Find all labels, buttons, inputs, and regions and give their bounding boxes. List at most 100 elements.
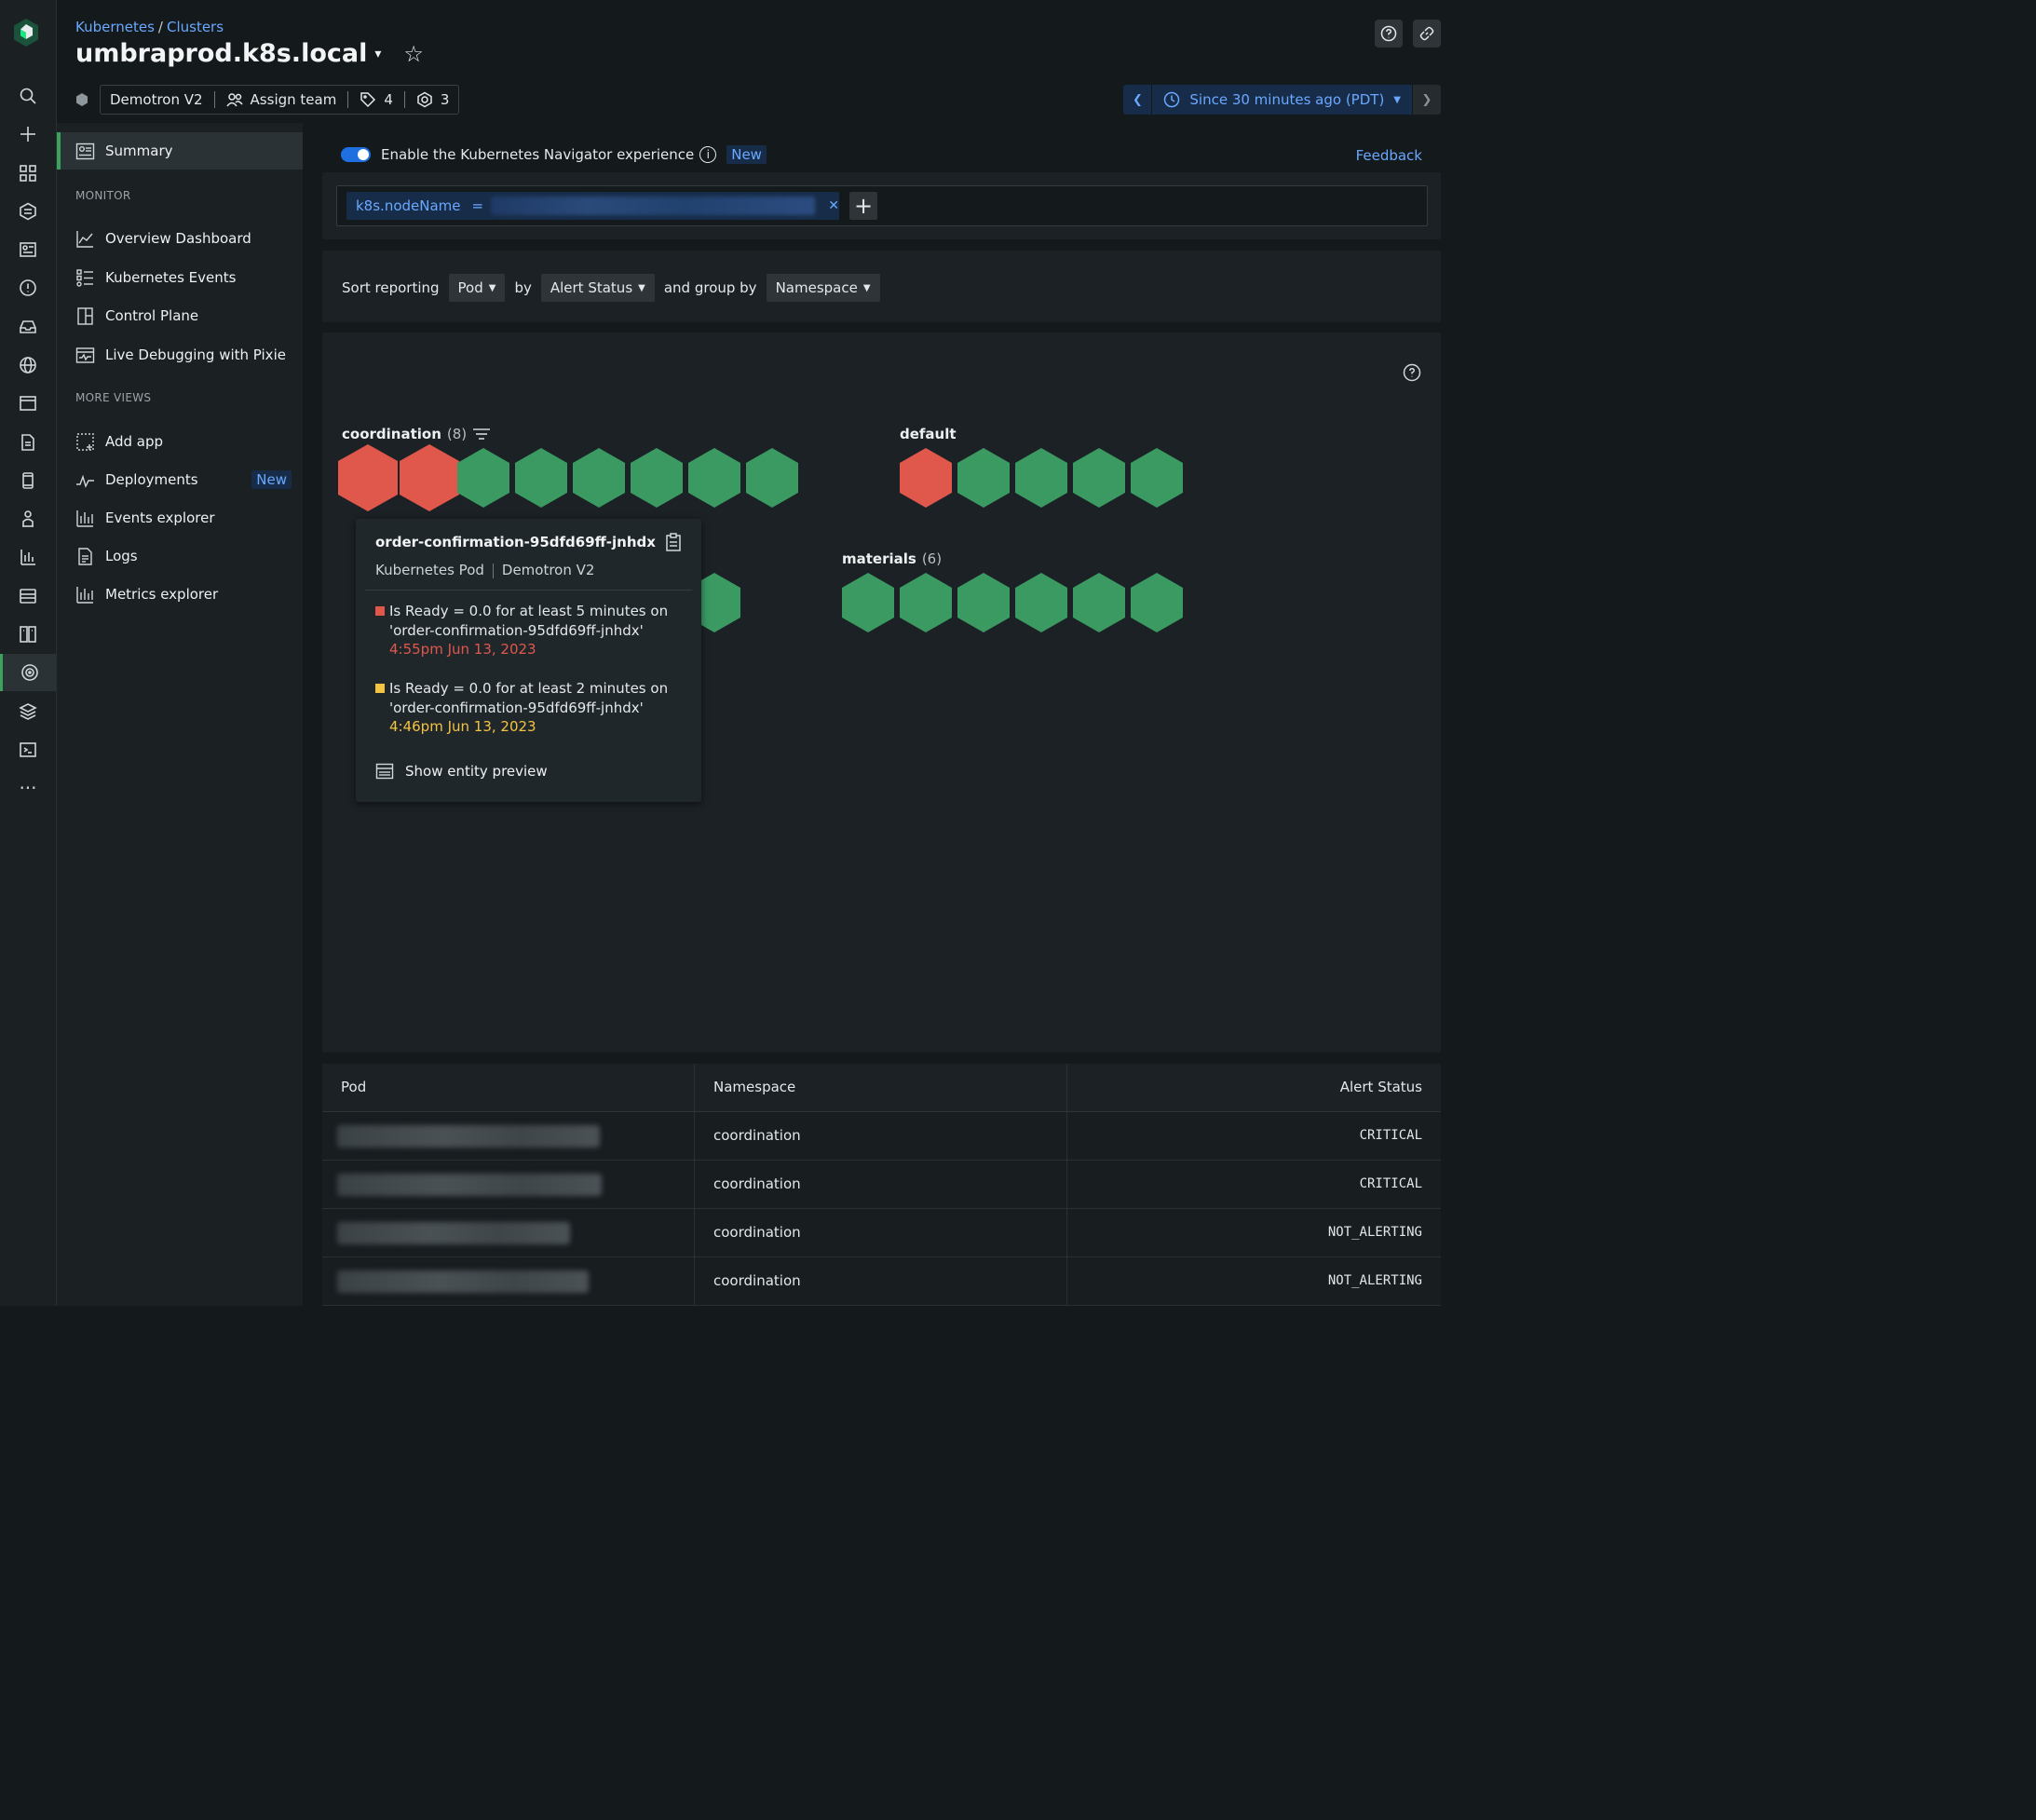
- logs-document-icon[interactable]: [0, 424, 56, 461]
- sidebar-item-metrics-explorer[interactable]: Metrics explorer: [57, 576, 303, 613]
- sidebar-item-control-plane[interactable]: Control Plane: [57, 297, 303, 334]
- terminal-icon[interactable]: [0, 731, 56, 768]
- time-previous-button[interactable]: ❮: [1123, 85, 1152, 115]
- group-by-dropdown[interactable]: Namespace ▼: [766, 274, 880, 302]
- table-row[interactable]: coordination CRITICAL: [322, 1161, 1441, 1209]
- header-actions: [1375, 20, 1441, 48]
- sidebar-item-events-explorer[interactable]: Events explorer: [57, 499, 303, 536]
- pixie-debug-icon: [75, 346, 95, 363]
- breadcrumb-clusters[interactable]: Clusters: [167, 19, 224, 35]
- time-range-dropdown[interactable]: Since 30 minutes ago (PDT) ▼: [1151, 85, 1413, 115]
- sort-metric-dropdown[interactable]: Alert Status ▼: [540, 274, 655, 302]
- related-count[interactable]: 3: [441, 91, 450, 108]
- sidebar-item-summary[interactable]: Summary: [57, 132, 303, 170]
- sidebar-item-logs[interactable]: Logs: [57, 537, 303, 575]
- info-icon[interactable]: i: [699, 146, 717, 163]
- pod-hex-critical[interactable]: [900, 448, 952, 508]
- clipboard-icon[interactable]: [665, 533, 682, 551]
- sidebar-item-label: Metrics explorer: [105, 586, 219, 603]
- pod-hex-ok[interactable]: [957, 573, 1010, 632]
- chevron-down-icon: ▼: [1393, 94, 1401, 105]
- chevron-down-icon[interactable]: ▾: [374, 47, 381, 61]
- pod-hex-critical[interactable]: [400, 444, 459, 511]
- breadcrumb-kubernetes[interactable]: Kubernetes: [75, 19, 155, 35]
- pod-hex-ok[interactable]: [688, 448, 740, 508]
- divider: [365, 590, 692, 591]
- sort-controls: Sort reporting Pod ▼ by Alert Status ▼ and…: [342, 274, 880, 302]
- bar-chart-icon: [76, 586, 93, 604]
- team-icon: [225, 93, 243, 107]
- layers-icon[interactable]: [0, 693, 56, 730]
- namespace-group-label: default: [900, 426, 957, 442]
- close-icon[interactable]: ✕: [828, 198, 839, 213]
- pod-hex-ok[interactable]: [1015, 573, 1067, 632]
- pod-hex-ok[interactable]: [515, 448, 567, 508]
- alerts-icon[interactable]: [0, 269, 56, 306]
- filter-bar[interactable]: k8s.nodeName = ✕ +: [336, 185, 1428, 226]
- time-next-button[interactable]: ❯: [1413, 85, 1441, 115]
- sidebar-item-deployments[interactable]: Deployments New: [57, 461, 303, 498]
- tooltip-entity-name[interactable]: order-confirmation-95dfd69ff-jnhdx: [375, 534, 656, 550]
- search-icon[interactable]: [0, 77, 56, 115]
- cluster-name[interactable]: umbraprod.k8s.local: [75, 39, 367, 68]
- pod-hex-ok[interactable]: [457, 448, 509, 508]
- infrastructure-icon[interactable]: [0, 577, 56, 615]
- table-row[interactable]: coordination CRITICAL: [322, 1112, 1441, 1161]
- new-relic-logo-icon[interactable]: [12, 17, 40, 52]
- bar-chart-icon: [76, 509, 93, 527]
- pod-hex-ok[interactable]: [1073, 448, 1125, 508]
- filter-chip[interactable]: k8s.nodeName = ✕: [346, 192, 839, 220]
- kubernetes-icon[interactable]: [0, 654, 56, 691]
- pod-hex-ok[interactable]: [1131, 448, 1183, 508]
- navigator-toggle-switch[interactable]: [341, 147, 371, 162]
- apps-grid-icon[interactable]: [0, 155, 56, 192]
- pod-hex-critical[interactable]: [338, 444, 398, 511]
- tags-count[interactable]: 4: [384, 91, 393, 108]
- entity-type-dropdown[interactable]: Pod ▼: [448, 274, 506, 302]
- browser-globe-icon[interactable]: [0, 346, 56, 384]
- table-row[interactable]: coordination NOT_ALERTING: [322, 1257, 1441, 1306]
- sidebar-item-live-debugging[interactable]: Live Debugging with Pixie: [57, 336, 303, 374]
- pod-hex-ok[interactable]: [573, 448, 625, 508]
- pod-hex-ok[interactable]: [957, 448, 1010, 508]
- pod-hex-ok[interactable]: [631, 448, 683, 508]
- copy-link-button[interactable]: [1413, 20, 1441, 48]
- help-icon[interactable]: [1403, 363, 1421, 382]
- pod-name-redacted: [337, 1125, 600, 1148]
- inbox-icon[interactable]: [0, 308, 56, 346]
- feedback-link[interactable]: Feedback: [1356, 147, 1422, 164]
- window-icon[interactable]: [0, 385, 56, 422]
- sidebar-item-add-app[interactable]: Add app: [57, 423, 303, 460]
- column-header-pod[interactable]: Pod: [341, 1079, 366, 1095]
- column-header-alert-status[interactable]: Alert Status: [1340, 1079, 1422, 1095]
- apm-services-icon[interactable]: [0, 193, 56, 230]
- columns-icon[interactable]: [0, 616, 56, 653]
- dropdown-value: Namespace: [775, 279, 858, 296]
- mobile-icon[interactable]: [0, 462, 56, 499]
- favorite-star-icon[interactable]: ☆: [403, 41, 424, 67]
- pod-hex-ok[interactable]: [842, 573, 894, 632]
- pod-hex-ok[interactable]: [1073, 573, 1125, 632]
- filter-lines-icon[interactable]: [472, 428, 491, 441]
- pod-hex-ok[interactable]: [900, 573, 952, 632]
- namespace-cell: coordination: [713, 1224, 801, 1241]
- help-button[interactable]: [1375, 20, 1403, 48]
- pod-hex-ok[interactable]: [1015, 448, 1067, 508]
- pod-hex-ok[interactable]: [746, 448, 798, 508]
- alert-condition: Is Ready = 0.0 for at least 5 minutes on: [389, 603, 669, 619]
- sidebar-item-label: Add app: [105, 433, 164, 450]
- more-icon[interactable]: ···: [0, 769, 56, 807]
- metrics-bar-chart-icon[interactable]: [0, 538, 56, 576]
- add-data-icon[interactable]: [0, 115, 56, 153]
- table-row[interactable]: coordination NOT_ALERTING: [322, 1209, 1441, 1257]
- sidebar-item-overview-dashboard[interactable]: Overview Dashboard: [57, 220, 303, 257]
- column-header-namespace[interactable]: Namespace: [713, 1079, 795, 1095]
- show-entity-preview-button[interactable]: Show entity preview: [375, 763, 548, 780]
- sidebar-item-kubernetes-events[interactable]: Kubernetes Events: [57, 259, 303, 296]
- add-filter-button[interactable]: +: [849, 192, 877, 220]
- synthetics-icon[interactable]: [0, 500, 56, 537]
- dashboards-icon[interactable]: [0, 231, 56, 268]
- pod-hex-ok[interactable]: [1131, 573, 1183, 632]
- assign-team-button[interactable]: Assign team: [251, 91, 337, 108]
- account-name[interactable]: Demotron V2: [110, 91, 203, 108]
